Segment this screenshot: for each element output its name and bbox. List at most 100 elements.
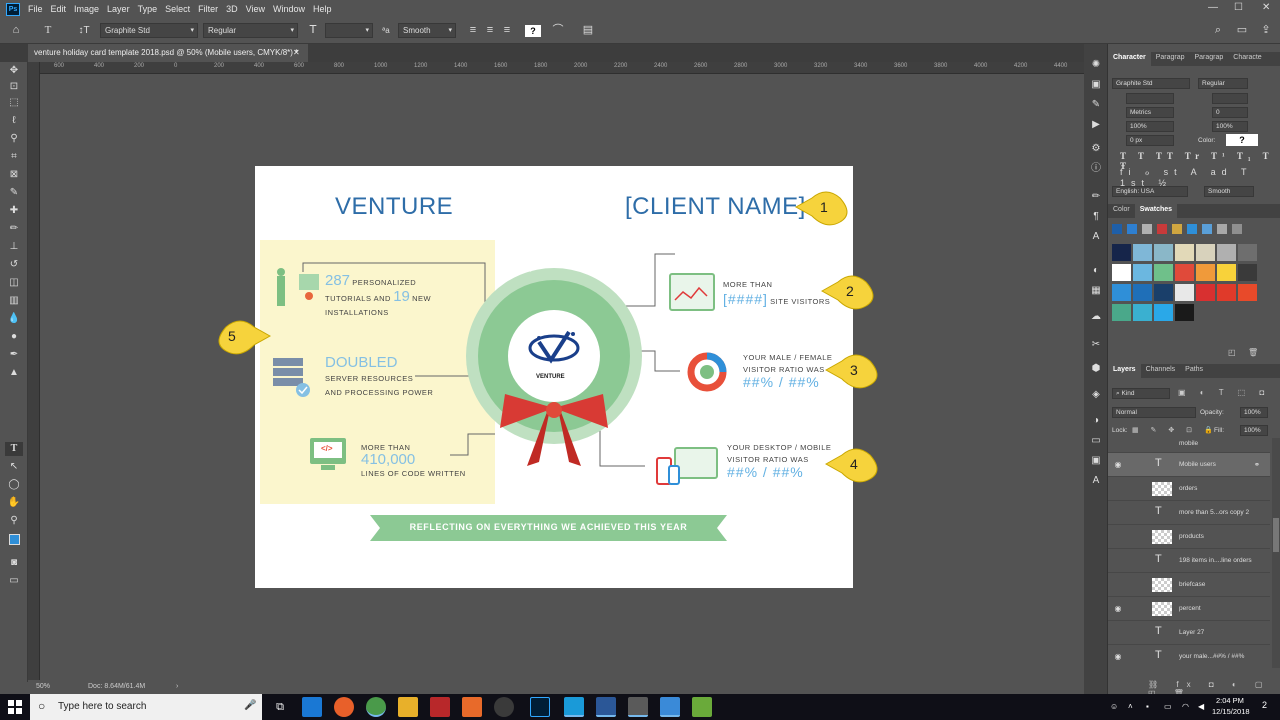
- swatch[interactable]: [1112, 284, 1131, 301]
- move-tool-icon[interactable]: ✥: [5, 64, 23, 78]
- font-size-select[interactable]: ▾: [325, 23, 373, 38]
- edge-icon[interactable]: [302, 697, 322, 717]
- logo-wordmark[interactable]: VENTURE: [536, 374, 565, 380]
- 3d-icon[interactable]: ⬢: [1088, 362, 1104, 376]
- quick-select-tool-icon[interactable]: ⚲: [5, 132, 23, 146]
- layer-filter-kind[interactable]: ⌕ Kind: [1112, 388, 1170, 399]
- steam-icon[interactable]: [494, 697, 514, 717]
- photoshop-taskbar-icon[interactable]: [530, 697, 550, 717]
- stat-code-lines[interactable]: MORE THAN 410,000 LINES OF CODE WRITTEN: [361, 442, 466, 480]
- foreground-color-swatch[interactable]: [5, 534, 23, 548]
- brushes-icon[interactable]: ✏: [1088, 190, 1104, 204]
- tab-color[interactable]: Color: [1108, 204, 1135, 218]
- tab-paragraph[interactable]: Paragrap: [1151, 52, 1190, 66]
- lock-icons[interactable]: ▦ ✎ ✥ ⊡ 🔒: [1132, 426, 1218, 434]
- stat-site-visitors[interactable]: MORE THAN [####] SITE VISITORS: [723, 278, 830, 309]
- swatch[interactable]: [1154, 284, 1173, 301]
- menu-type[interactable]: Type: [138, 4, 158, 14]
- layer-row[interactable]: ◉ percent: [1108, 596, 1270, 620]
- swatch[interactable]: [1133, 244, 1152, 261]
- close-window-button[interactable]: ✕: [1262, 2, 1270, 13]
- new-swatch-icon[interactable]: ◰: [1228, 348, 1236, 357]
- workspace-icon[interactable]: ▭: [1234, 23, 1250, 38]
- banner-text[interactable]: REFLECTING ON EVERYTHING WE ACHIEVED THI…: [380, 522, 717, 532]
- opentype-buttons[interactable]: fi ℴ st A ad T 1st ½: [1120, 167, 1280, 188]
- swatch[interactable]: [1238, 264, 1257, 281]
- close-tab-icon[interactable]: ✕: [293, 44, 300, 62]
- type-panel-icon[interactable]: A: [1088, 474, 1104, 488]
- swatch[interactable]: [1238, 284, 1257, 301]
- play-action-icon[interactable]: ▶: [1088, 118, 1104, 132]
- clock-time[interactable]: 2:04 PM: [1216, 696, 1244, 705]
- tab-paragraph-styles[interactable]: Paragrap: [1189, 52, 1228, 66]
- swatch[interactable]: [1112, 304, 1131, 321]
- tab-swatches[interactable]: Swatches: [1134, 204, 1178, 218]
- recent-swatch[interactable]: [1127, 224, 1137, 234]
- frame-tool-icon[interactable]: ⊠: [5, 168, 23, 182]
- properties-icon[interactable]: ◑: [1088, 414, 1104, 428]
- text-color-swatch[interactable]: ?: [525, 25, 541, 37]
- stat-server[interactable]: DOUBLED SERVER RESOURCES AND PROCESSING …: [325, 355, 433, 400]
- gradient-tool-icon[interactable]: ▥: [5, 294, 23, 308]
- menu-edit[interactable]: Edit: [51, 4, 67, 14]
- layer-row[interactable]: T 198 items in....line orders: [1108, 548, 1270, 572]
- swatch[interactable]: [1133, 304, 1152, 321]
- type-tool-icon[interactable]: T: [5, 442, 23, 456]
- history-icon[interactable]: ▣: [1088, 78, 1104, 92]
- document-size[interactable]: Doc: 8.64M/61.4M: [88, 683, 145, 690]
- recent-swatch[interactable]: [1112, 224, 1122, 234]
- menu-help[interactable]: Help: [313, 4, 332, 14]
- layer-row[interactable]: orders: [1108, 476, 1270, 500]
- zoom-tool-icon[interactable]: ⚲: [5, 514, 23, 528]
- filezilla-icon[interactable]: [430, 697, 450, 717]
- char-vertical-scale[interactable]: 100%: [1126, 121, 1174, 132]
- char-font-family[interactable]: Graphite Std: [1112, 78, 1190, 89]
- layer-row[interactable]: products: [1108, 524, 1270, 548]
- paragraph-styles-icon[interactable]: A: [1088, 230, 1104, 244]
- status-menu-arrow-icon[interactable]: ›: [176, 683, 178, 690]
- notepad-icon[interactable]: [692, 697, 712, 717]
- recent-swatch[interactable]: [1202, 224, 1212, 234]
- char-leading[interactable]: [1212, 93, 1248, 104]
- crop-tool-icon[interactable]: ⌗: [5, 150, 23, 164]
- document-tab[interactable]: venture holiday card template 2018.psd @…: [28, 44, 308, 62]
- character-panel-toggle-icon[interactable]: ▤: [580, 23, 596, 38]
- search-icon[interactable]: ⌕: [1210, 23, 1226, 38]
- visibility-eye-icon[interactable]: ◉: [1111, 460, 1125, 469]
- visibility-eye-icon[interactable]: ◉: [1111, 604, 1125, 613]
- swatch[interactable]: [1154, 304, 1173, 321]
- swatch[interactable]: [1217, 264, 1236, 281]
- history-brush-tool-icon[interactable]: ↺: [5, 258, 23, 272]
- fill-field[interactable]: 100%: [1240, 425, 1268, 436]
- screen-mode-icon[interactable]: ▭: [5, 574, 23, 588]
- swatch[interactable]: [1133, 284, 1152, 301]
- recent-swatch[interactable]: [1217, 224, 1227, 234]
- stat-device-ratio[interactable]: YOUR DESKTOP / MOBILE VISITOR RATIO WAS …: [727, 442, 831, 481]
- home-icon[interactable]: ⌂: [8, 23, 24, 38]
- menu-view[interactable]: View: [246, 4, 265, 14]
- path-selection-tool-icon[interactable]: ↖: [5, 460, 23, 474]
- stat-tutorials[interactable]: 287 PERSONALIZED TUTORIALS AND 19 NEW IN…: [325, 273, 431, 320]
- tray-battery-icon[interactable]: ▭: [1164, 702, 1172, 711]
- layer-filter-icons[interactable]: ▣ ◐ T ⬚ ◘: [1178, 388, 1270, 397]
- swatch[interactable]: [1154, 264, 1173, 281]
- dodge-tool-icon[interactable]: ●: [5, 330, 23, 344]
- info-icon[interactable]: ⓘ: [1088, 162, 1104, 176]
- quick-mask-icon[interactable]: ◙: [5, 556, 23, 570]
- marquee-tool-icon[interactable]: ⬚: [5, 96, 23, 110]
- layers-scroll-thumb[interactable]: [1273, 518, 1279, 552]
- menu-3d[interactable]: 3D: [226, 4, 238, 14]
- tray-people-icon[interactable]: ☺: [1110, 702, 1118, 711]
- tray-volume-icon[interactable]: ◀: [1198, 702, 1204, 711]
- word-icon[interactable]: [596, 697, 616, 717]
- toggle-orientation-icon[interactable]: ↕T: [76, 23, 92, 38]
- layer-row[interactable]: ◉ Tyour male...##% / ##%: [1108, 644, 1270, 668]
- libraries-icon[interactable]: ☁: [1088, 310, 1104, 324]
- pen-tool-icon[interactable]: ✒: [5, 348, 23, 362]
- swatch[interactable]: [1238, 244, 1257, 261]
- menu-filter[interactable]: Filter: [198, 4, 218, 14]
- layer-row[interactable]: Tmore than 5...ors copy 2: [1108, 500, 1270, 524]
- brush-tool-icon[interactable]: ✏: [5, 222, 23, 236]
- media-player-icon[interactable]: [462, 697, 482, 717]
- menu-layer[interactable]: Layer: [107, 4, 130, 14]
